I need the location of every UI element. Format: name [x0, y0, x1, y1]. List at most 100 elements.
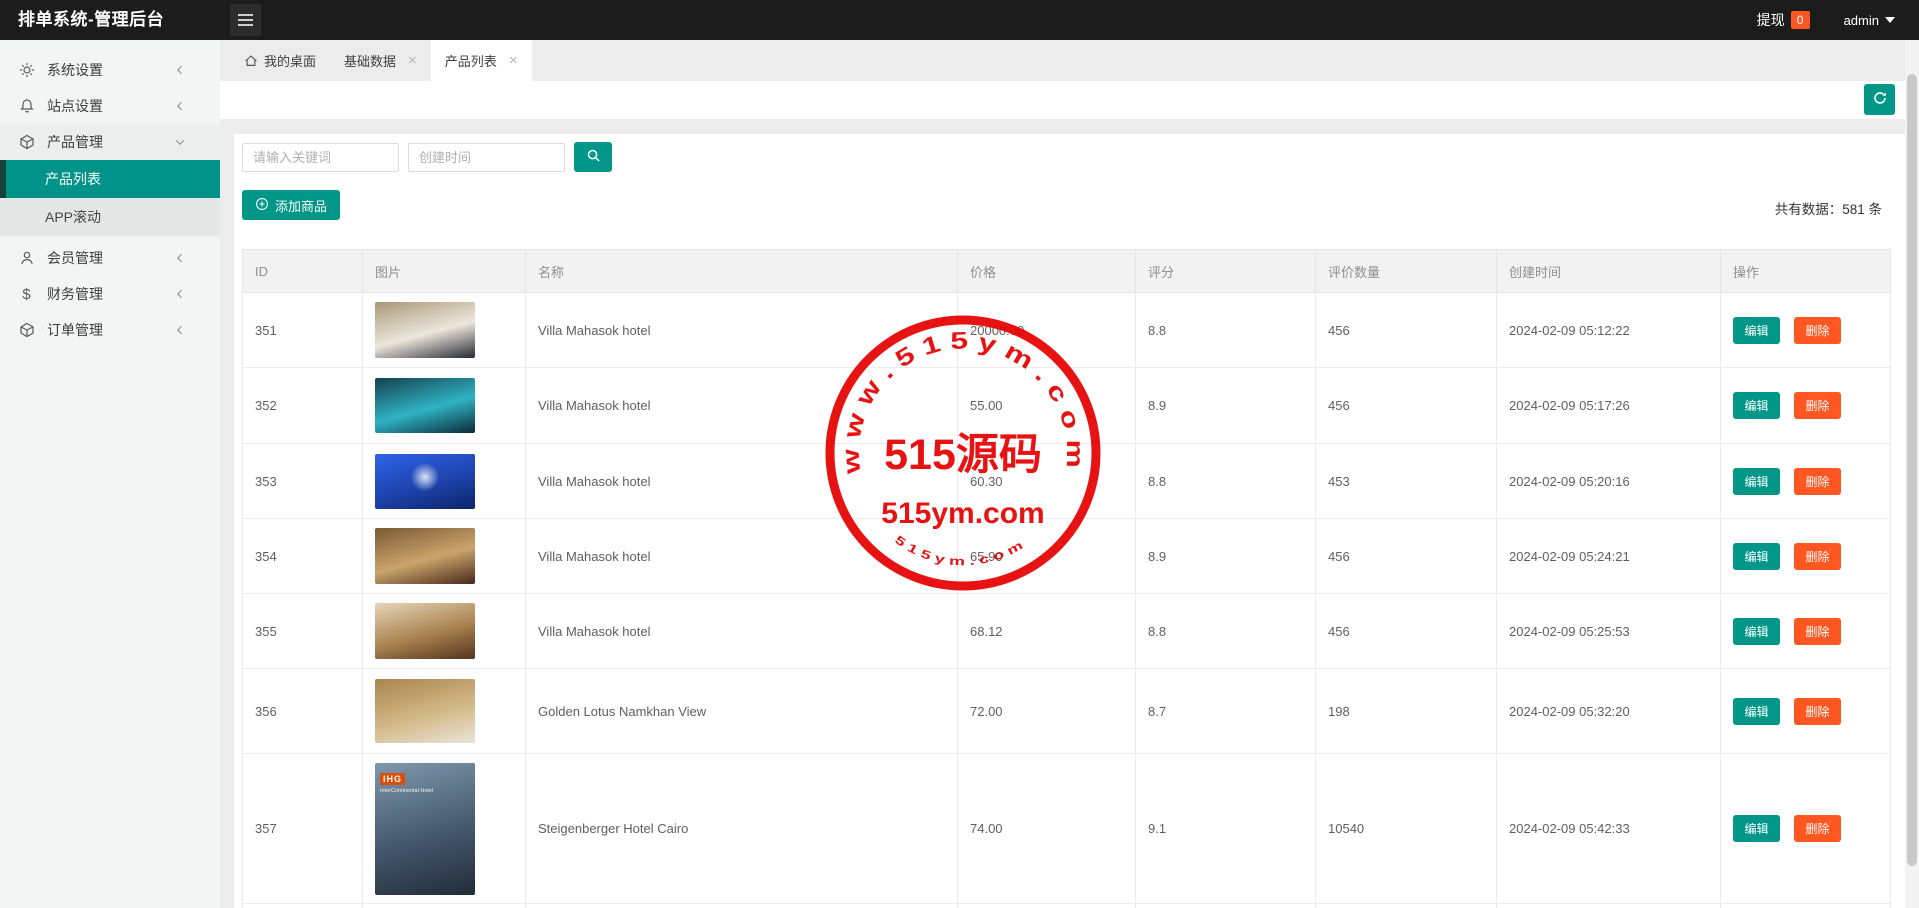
cell-id: 357 — [243, 754, 363, 904]
chevron-down-icon — [174, 135, 186, 147]
close-icon[interactable]: × — [408, 53, 417, 68]
table-row: 353 Villa Mahasok hotel 60.30 8.8 453 20… — [243, 444, 1891, 519]
delete-button[interactable]: 删除 — [1794, 392, 1841, 419]
cell-actions: 编辑删除 — [1721, 594, 1891, 669]
edit-button[interactable]: 编辑 — [1733, 698, 1780, 725]
ihg-logo: IHGInterContinental Hotel — [380, 770, 433, 794]
sidebar-item-label: 系统设置 — [47, 60, 103, 80]
sidebar-subitem-label: 产品列表 — [45, 169, 101, 189]
page-scrollbar[interactable] — [1905, 40, 1919, 908]
user-menu[interactable]: admin — [1844, 13, 1895, 28]
cube-icon — [18, 134, 35, 151]
delete-button[interactable]: 删除 — [1794, 468, 1841, 495]
cell-created: 2024-02-09 05:24:21 — [1497, 519, 1721, 594]
sidebar-item-label: 产品管理 — [47, 132, 103, 152]
chevron-left-icon — [174, 99, 186, 111]
edit-button[interactable]: 编辑 — [1733, 815, 1780, 842]
edit-button[interactable]: 编辑 — [1733, 468, 1780, 495]
home-icon — [244, 54, 258, 68]
sidebar-item-system-settings[interactable]: 系统设置 — [0, 52, 220, 88]
product-image[interactable] — [375, 378, 475, 433]
cell-id: 352 — [243, 368, 363, 444]
product-image[interactable] — [375, 528, 475, 584]
tab-basic-data[interactable]: 基础数据 × — [330, 40, 431, 81]
app-title: 排单系统-管理后台 — [18, 0, 164, 40]
cell-reviews: 456 — [1316, 368, 1497, 444]
sidebar-item-member-management[interactable]: 会员管理 — [0, 240, 220, 276]
cell-price: 72.00 — [958, 669, 1136, 754]
sidebar-item-app-scroll[interactable]: APP滚动 — [0, 198, 220, 236]
cell-actions: 编辑删除 — [1721, 754, 1891, 904]
menu-toggle-button[interactable] — [230, 4, 261, 36]
cell-image — [363, 368, 526, 444]
table-row: 354 Villa Mahasok hotel 65.90 8.9 456 20… — [243, 519, 1891, 594]
edit-button[interactable]: 编辑 — [1733, 392, 1780, 419]
cell-price: 55.00 — [958, 368, 1136, 444]
delete-button[interactable]: 删除 — [1794, 618, 1841, 645]
column-header: ID — [243, 250, 363, 293]
table-row: 357 IHGInterContinental Hotel Steigenber… — [243, 754, 1891, 904]
cell-id: 355 — [243, 594, 363, 669]
cell-created: 2024-02-09 05:42:33 — [1497, 754, 1721, 904]
cell-actions: 编辑删除 — [1721, 519, 1891, 594]
keyword-input[interactable] — [242, 143, 399, 172]
withdraw-count-badge[interactable]: 0 — [1791, 11, 1810, 29]
cell-image: IHGInterContinental Hotel — [363, 754, 526, 904]
delete-button[interactable]: 删除 — [1794, 698, 1841, 725]
product-image[interactable] — [375, 603, 475, 659]
main-content: 我的桌面 基础数据 × 产品列表 × — [220, 40, 1905, 908]
delete-button[interactable]: 删除 — [1794, 317, 1841, 344]
table-row-partial — [243, 904, 1891, 908]
column-header: 名称 — [526, 250, 958, 293]
cell-price: 65.90 — [958, 519, 1136, 594]
cell-id: 356 — [243, 669, 363, 754]
cell-name: Villa Mahasok hotel — [526, 368, 958, 444]
caret-down-icon — [1885, 17, 1895, 23]
column-header: 图片 — [363, 250, 526, 293]
refresh-icon — [1872, 90, 1888, 109]
cell-image — [363, 594, 526, 669]
cell-id: 351 — [243, 293, 363, 368]
plus-circle-icon — [255, 197, 269, 214]
chevron-left-icon — [174, 323, 186, 335]
hamburger-icon — [238, 14, 253, 16]
cell-id: 353 — [243, 444, 363, 519]
delete-button[interactable]: 删除 — [1794, 815, 1841, 842]
sidebar-item-finance-management[interactable]: $ 财务管理 — [0, 276, 220, 312]
sidebar-item-product-management[interactable]: 产品管理 — [0, 124, 220, 160]
cell-name: Villa Mahasok hotel — [526, 293, 958, 368]
edit-button[interactable]: 编辑 — [1733, 618, 1780, 645]
total-count-text: 共有数据：581 条 — [1775, 198, 1882, 218]
product-image[interactable] — [375, 454, 475, 509]
withdraw-link[interactable]: 提现 — [1757, 10, 1785, 30]
column-header: 操作 — [1721, 250, 1891, 293]
delete-button[interactable]: 删除 — [1794, 543, 1841, 570]
cell-empty — [1136, 904, 1316, 908]
search-button[interactable] — [574, 142, 612, 172]
tab-my-desktop[interactable]: 我的桌面 — [230, 40, 330, 81]
toolbar — [220, 81, 1905, 119]
product-table: ID图片名称价格评分评价数量创建时间操作 351 Villa Mahasok h… — [242, 249, 1891, 908]
cell-empty — [526, 904, 958, 908]
refresh-button[interactable] — [1864, 84, 1895, 115]
edit-button[interactable]: 编辑 — [1733, 317, 1780, 344]
product-image[interactable] — [375, 679, 475, 743]
product-image[interactable]: IHGInterContinental Hotel — [375, 763, 475, 895]
sidebar-item-order-management[interactable]: 订单管理 — [0, 312, 220, 348]
created-date-input[interactable] — [408, 143, 565, 172]
close-icon[interactable]: × — [509, 53, 518, 68]
sidebar-item-product-list[interactable]: 产品列表 — [0, 160, 220, 198]
cell-reviews: 456 — [1316, 293, 1497, 368]
topbar-right: 提现 0 admin — [1757, 0, 1895, 40]
tab-product-list[interactable]: 产品列表 × — [431, 40, 532, 81]
sidebar-item-site-settings[interactable]: 站点设置 — [0, 88, 220, 124]
cell-empty — [1721, 904, 1891, 908]
cube-icon — [18, 322, 35, 339]
cell-name: Villa Mahasok hotel — [526, 444, 958, 519]
product-image[interactable] — [375, 302, 475, 358]
cell-rating: 8.9 — [1136, 519, 1316, 594]
scrollbar-thumb[interactable] — [1907, 74, 1917, 866]
add-product-button[interactable]: 添加商品 — [242, 190, 340, 220]
edit-button[interactable]: 编辑 — [1733, 543, 1780, 570]
cell-empty — [958, 904, 1136, 908]
